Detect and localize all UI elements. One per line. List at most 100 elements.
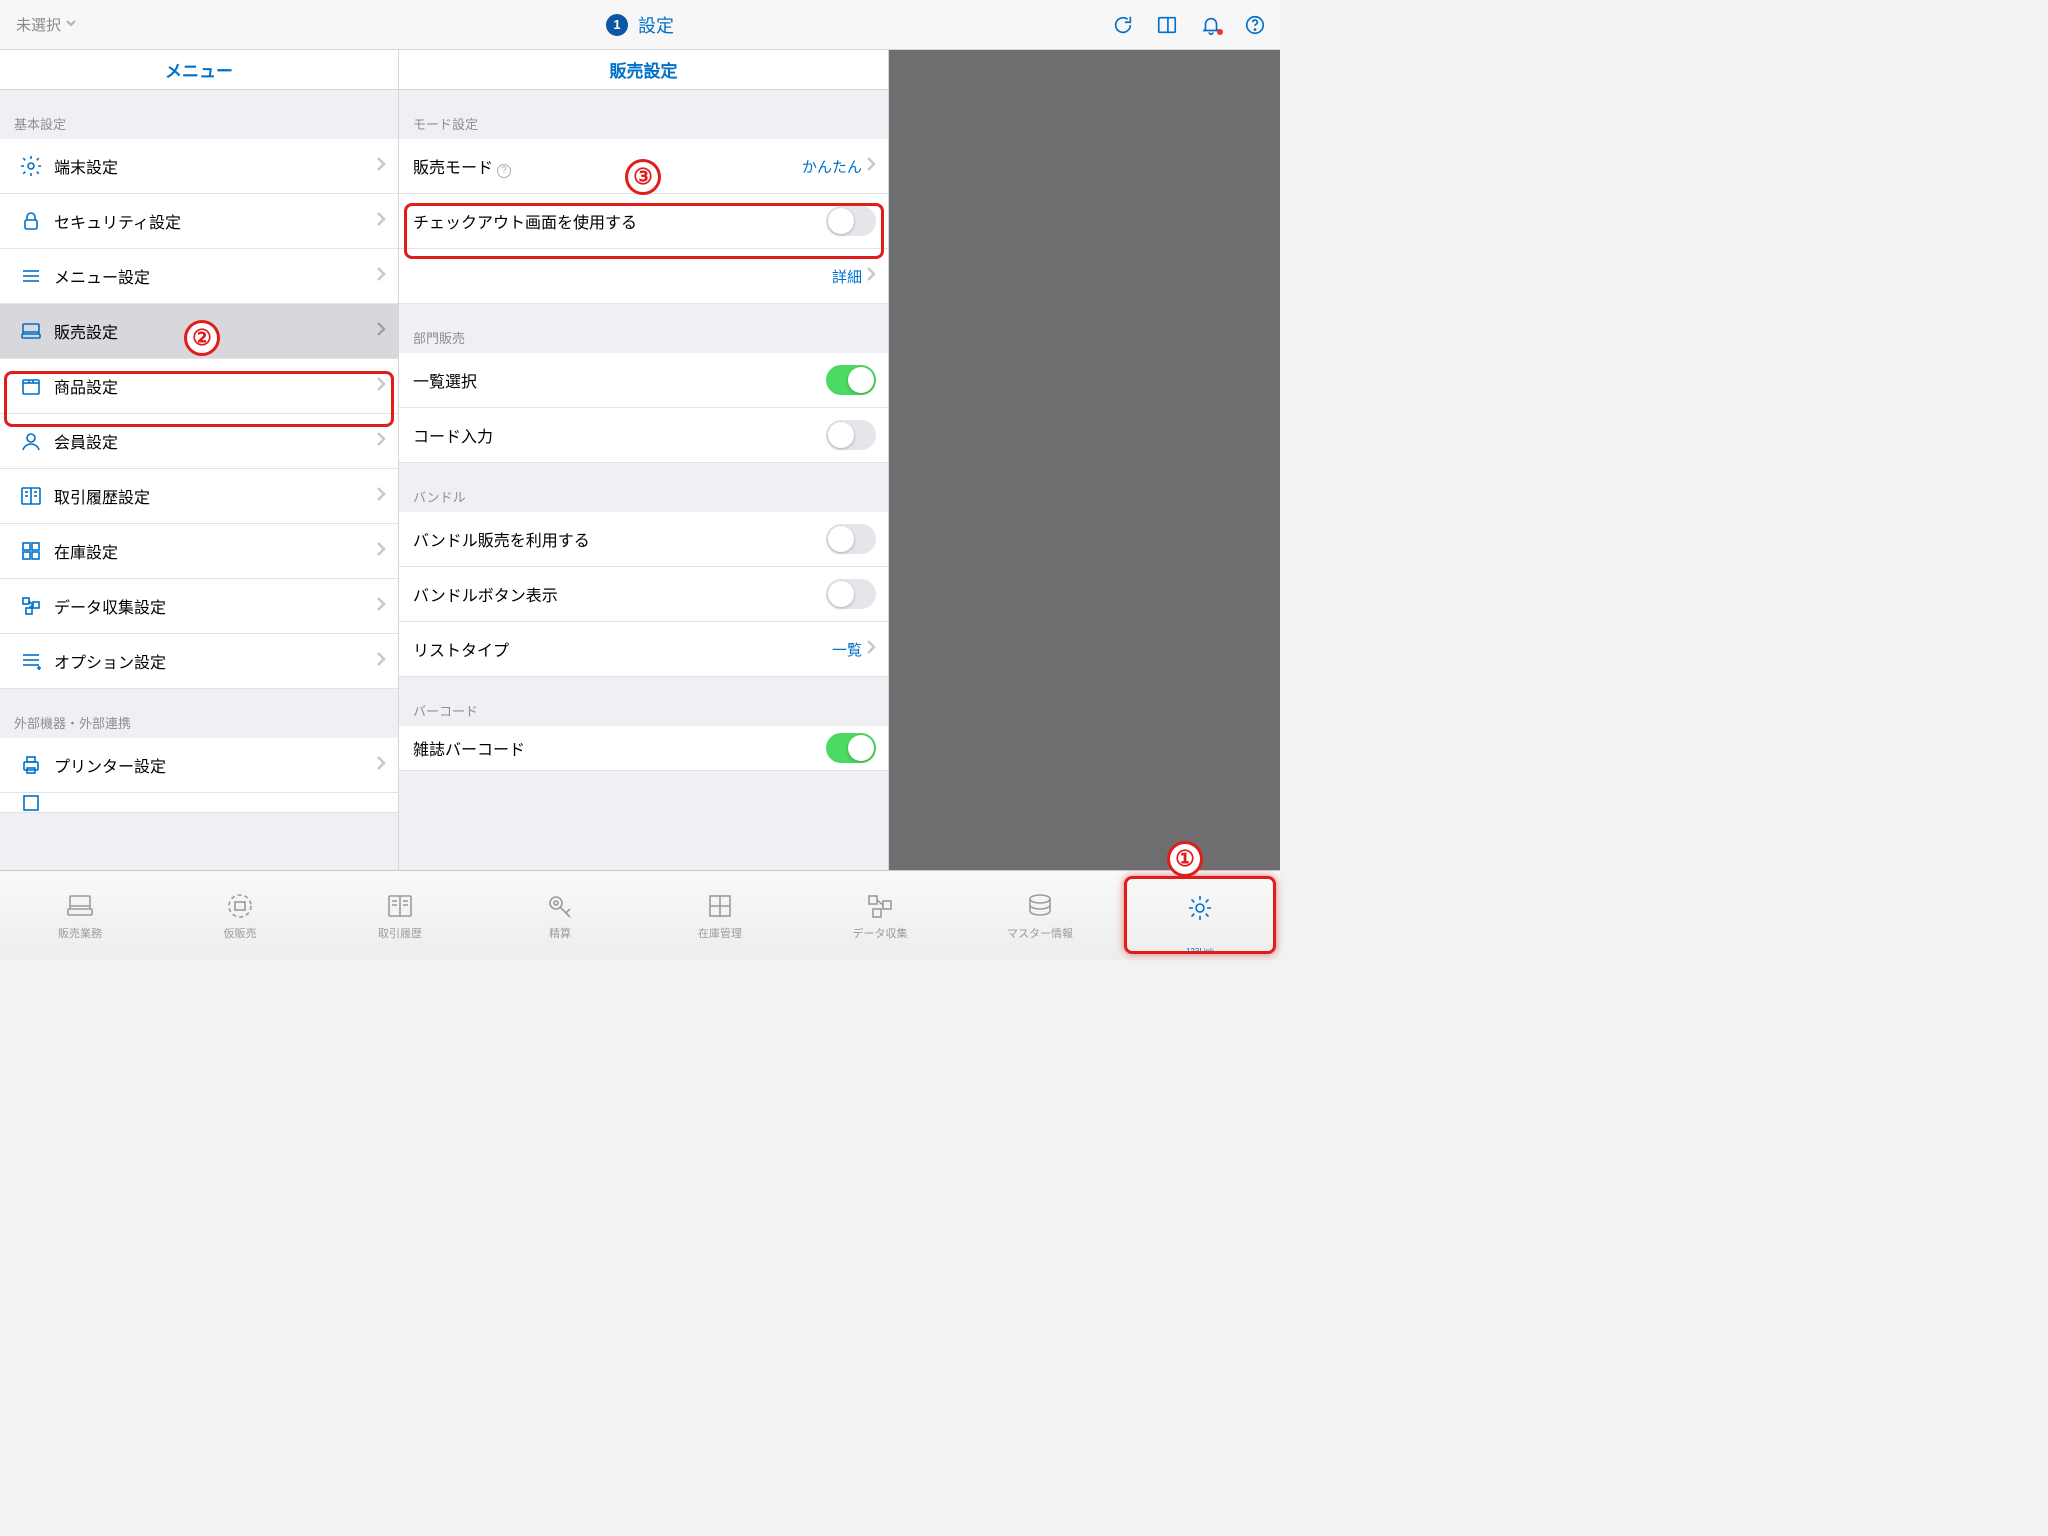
box-icon: [14, 374, 48, 398]
menu-item-more[interactable]: [0, 793, 398, 813]
menu-item-menu[interactable]: メニュー設定: [0, 249, 398, 304]
bundle-button-row[interactable]: バンドルボタン表示: [399, 567, 888, 622]
data-icon: [14, 594, 48, 618]
menu-body: 基本設定 端末設定 セキュリティ設定 メニュー設定 販売設定: [0, 90, 398, 870]
tab-label: マスター情報: [1007, 925, 1073, 941]
tab-sales[interactable]: 販売業務: [0, 871, 160, 960]
menu-item-label: セキュリティ設定: [48, 209, 376, 233]
chevron-right-icon: [376, 321, 386, 342]
tab-label: 取引履歴: [378, 925, 422, 941]
chevron-right-icon: [866, 156, 876, 177]
help-badge-icon[interactable]: ?: [497, 164, 511, 178]
tab-hold[interactable]: 仮販売: [160, 871, 320, 960]
chevron-right-icon: [376, 211, 386, 232]
menu-item-label: プリンター設定: [48, 753, 376, 777]
menu-item-stock[interactable]: 在庫設定: [0, 524, 398, 579]
magazine-barcode-label: 雑誌バーコード: [413, 736, 826, 760]
key-icon: [544, 891, 576, 921]
list-select-label: 一覧選択: [413, 368, 826, 392]
code-input-row[interactable]: コード入力: [399, 408, 888, 463]
menu-item-security[interactable]: セキュリティ設定: [0, 194, 398, 249]
menu-item-label: 在庫設定: [48, 539, 376, 563]
tab-settle[interactable]: 精算: [480, 871, 640, 960]
section-dept: 部門販売: [399, 304, 888, 353]
bundle-use-toggle[interactable]: [826, 524, 876, 554]
chevron-right-icon: [376, 486, 386, 507]
bell-icon[interactable]: [1200, 14, 1222, 36]
bundle-button-toggle[interactable]: [826, 579, 876, 609]
menu-item-terminal[interactable]: 端末設定: [0, 139, 398, 194]
printer-icon: [14, 753, 48, 777]
menu-item-member[interactable]: 会員設定: [0, 414, 398, 469]
list-type-value: 一覧: [832, 639, 862, 660]
chevron-right-icon: [866, 266, 876, 287]
menu-item-label: 会員設定: [48, 429, 376, 453]
menu-item-option[interactable]: オプション設定: [0, 634, 398, 689]
hold-icon: [224, 891, 256, 921]
section-barcode: バーコード: [399, 677, 888, 726]
book-icon: [384, 891, 416, 921]
list-select-toggle[interactable]: [826, 365, 876, 395]
list-type-row[interactable]: リストタイプ 一覧: [399, 622, 888, 677]
magazine-barcode-toggle[interactable]: [826, 733, 876, 763]
register-icon: [64, 891, 96, 921]
refresh-icon[interactable]: [1112, 14, 1134, 36]
tab-stock[interactable]: 在庫管理: [640, 871, 800, 960]
tab-collect[interactable]: データ収集: [800, 871, 960, 960]
data-icon: [864, 891, 896, 921]
chevron-right-icon: [376, 376, 386, 397]
chevron-right-icon: [376, 541, 386, 562]
page-title: 設定: [638, 12, 674, 38]
tab-label: 販売業務: [58, 925, 102, 941]
chevron-right-icon: [376, 266, 386, 287]
tab-settings[interactable]: . 123Link: [1120, 871, 1280, 960]
register-icon: [14, 319, 48, 343]
checkout-toggle[interactable]: [826, 206, 876, 236]
panel-icon[interactable]: [1156, 14, 1178, 36]
menu-item-collect[interactable]: データ収集設定: [0, 579, 398, 634]
code-input-toggle[interactable]: [826, 420, 876, 450]
step-badge: 1: [606, 14, 628, 36]
sales-mode-label: 販売モード?: [413, 154, 802, 178]
menu-item-product[interactable]: 商品設定: [0, 359, 398, 414]
list-type-label: リストタイプ: [413, 637, 832, 661]
menu-item-label: 端末設定: [48, 154, 376, 178]
section-external: 外部機器・外部連携: [0, 689, 398, 738]
user-icon: [14, 429, 48, 453]
tab-label: 精算: [549, 925, 571, 941]
callout-1: ①: [1167, 841, 1203, 877]
tab-history[interactable]: 取引履歴: [320, 871, 480, 960]
chevron-down-icon: [65, 16, 77, 33]
tab-master[interactable]: マスター情報: [960, 871, 1120, 960]
bundle-use-row[interactable]: バンドル販売を利用する: [399, 512, 888, 567]
chevron-right-icon: [376, 431, 386, 452]
tab-label: 仮販売: [224, 925, 257, 941]
menu-item-label: 取引履歴設定: [48, 484, 376, 508]
menu-item-label: 商品設定: [48, 374, 376, 398]
sales-mode-text: 販売モード: [413, 160, 493, 177]
menu-lines-icon: [14, 264, 48, 288]
menu-item-printer[interactable]: プリンター設定: [0, 738, 398, 793]
checkout-label: チェックアウト画面を使用する: [413, 209, 826, 233]
book-icon: [14, 484, 48, 508]
magazine-barcode-row[interactable]: 雑誌バーコード: [399, 726, 888, 771]
chevron-right-icon: [376, 651, 386, 672]
detail-link-row[interactable]: 詳細: [399, 249, 888, 304]
menu-item-label: メニュー設定: [48, 264, 376, 288]
location-selector[interactable]: 未選択: [16, 14, 77, 35]
list-select-row[interactable]: 一覧選択: [399, 353, 888, 408]
callout-2: ②: [184, 320, 220, 356]
lock-icon: [14, 209, 48, 233]
tab-label: データ収集: [853, 925, 908, 941]
detail-body: モード設定 販売モード? かんたん チェックアウト画面を使用する 詳細 部門販売…: [399, 90, 888, 870]
location-label: 未選択: [16, 14, 61, 35]
gear-icon: [1184, 893, 1216, 923]
checkout-row[interactable]: チェックアウト画面を使用する: [399, 194, 888, 249]
chevron-right-icon: [376, 755, 386, 776]
top-bar: 未選択 1 設定: [0, 0, 1280, 50]
menu-item-label: オプション設定: [48, 649, 376, 673]
grid-icon: [14, 539, 48, 563]
help-icon[interactable]: [1244, 14, 1266, 36]
menu-item-history[interactable]: 取引履歴設定: [0, 469, 398, 524]
top-title: 1 設定: [606, 12, 674, 38]
